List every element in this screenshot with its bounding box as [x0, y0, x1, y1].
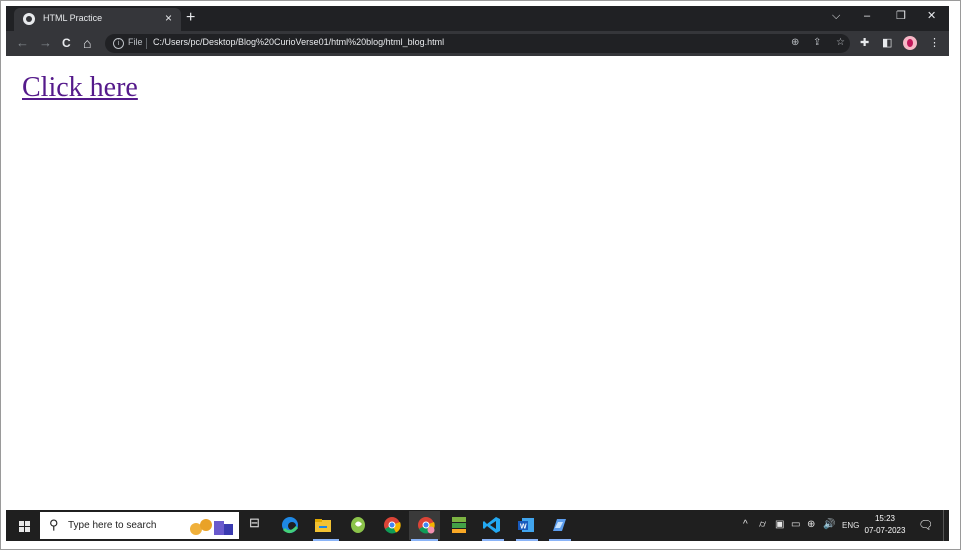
share-icon[interactable]: ⇪: [813, 37, 821, 49]
browser-window: HTML Practice × + ⌵ – ❐ ✕ ← → C ⌂ i File…: [6, 6, 949, 541]
tray-overflow-icon[interactable]: ^: [743, 519, 748, 531]
page-content: Click here: [6, 56, 949, 510]
meet-now-icon[interactable]: ⌭: [759, 519, 766, 531]
input-language[interactable]: ENG: [842, 520, 859, 532]
screenshot-frame: HTML Practice × + ⌵ – ❐ ✕ ← → C ⌂ i File…: [0, 0, 961, 550]
extensions-icon[interactable]: ✚: [860, 36, 869, 50]
search-highlight-illustration-icon: [190, 519, 233, 535]
edge-icon[interactable]: [280, 515, 300, 535]
security-tray-icon[interactable]: ▣: [775, 519, 784, 531]
address-bar[interactable]: i File C:/Users/pc/Desktop/Blog%20CurioV…: [105, 34, 850, 53]
browser-toolbar: ← → C ⌂ i File C:/Users/pc/Desktop/Blog%…: [6, 31, 949, 56]
search-placeholder: Type here to search: [68, 520, 157, 531]
scheme-label: File: [128, 37, 143, 47]
show-desktop-button[interactable]: [943, 510, 944, 541]
restore-button[interactable]: ❐: [896, 9, 906, 23]
svg-text:W: W: [520, 524, 527, 531]
notepad-plus-plus-icon[interactable]: [348, 515, 368, 535]
clock-date: 07-07-2023: [864, 526, 906, 535]
windows-start-icon[interactable]: [19, 521, 31, 533]
chrome-running-indicator: [411, 539, 438, 541]
task-view-icon[interactable]: ⊟: [249, 516, 260, 529]
reload-button[interactable]: C: [62, 36, 71, 50]
chrome-icon[interactable]: [382, 515, 402, 535]
home-button[interactable]: ⌂: [83, 36, 91, 50]
tab-title: HTML Practice: [43, 13, 103, 23]
battery-icon[interactable]: ▭: [791, 519, 800, 531]
vscode-icon[interactable]: [482, 515, 502, 535]
tab-html-practice[interactable]: HTML Practice ×: [14, 8, 181, 31]
forward-button[interactable]: →: [39, 36, 52, 50]
close-tab-icon[interactable]: ×: [165, 11, 172, 25]
taskbar-clock[interactable]: 15:23 07-07-2023: [860, 513, 910, 537]
notification-center-icon[interactable]: 🗨: [918, 518, 933, 532]
word-icon[interactable]: W: [516, 515, 536, 535]
window-close-button[interactable]: ✕: [927, 9, 936, 23]
books-app-icon[interactable]: [449, 515, 469, 535]
photos-running-indicator: [549, 539, 571, 541]
tab-strip: HTML Practice × + ⌵ – ❐ ✕: [6, 6, 949, 31]
back-button[interactable]: ←: [16, 36, 29, 50]
photos-editor-icon[interactable]: [549, 515, 569, 535]
site-info-icon[interactable]: i: [113, 38, 124, 49]
network-globe-icon[interactable]: ⊕: [807, 519, 815, 531]
chrome-menu-icon[interactable]: ⋮: [929, 36, 940, 50]
taskbar-search-box[interactable]: ⚲ Type here to search: [40, 512, 239, 539]
windows-taskbar: ⚲ Type here to search ⊟ W ^ ⌭ ▣ ▭ ⊕ 🔊 EN…: [6, 510, 949, 541]
minimize-button[interactable]: –: [864, 9, 870, 23]
side-panel-icon[interactable]: ◧: [882, 36, 892, 50]
globe-icon: [23, 13, 35, 25]
bookmark-star-icon[interactable]: ☆: [836, 37, 845, 49]
click-here-link[interactable]: Click here: [22, 72, 138, 104]
vscode-running-indicator: [482, 539, 504, 541]
url-text[interactable]: C:/Users/pc/Desktop/Blog%20CurioVerse01/…: [153, 37, 444, 47]
file-explorer-icon[interactable]: [313, 515, 333, 535]
search-icon: ⚲: [49, 517, 59, 532]
volume-icon[interactable]: 🔊: [823, 519, 835, 531]
clock-time: 15:23: [874, 514, 896, 523]
omnibox-divider: [146, 38, 147, 49]
word-running-indicator: [516, 539, 538, 541]
zoom-icon[interactable]: ⊕: [791, 37, 799, 49]
new-tab-button[interactable]: +: [186, 8, 195, 28]
profile-avatar[interactable]: [903, 36, 917, 50]
explorer-running-indicator: [313, 539, 339, 541]
tab-search-chevron-icon[interactable]: ⌵: [832, 9, 840, 23]
chrome-profile-icon[interactable]: [416, 515, 436, 535]
